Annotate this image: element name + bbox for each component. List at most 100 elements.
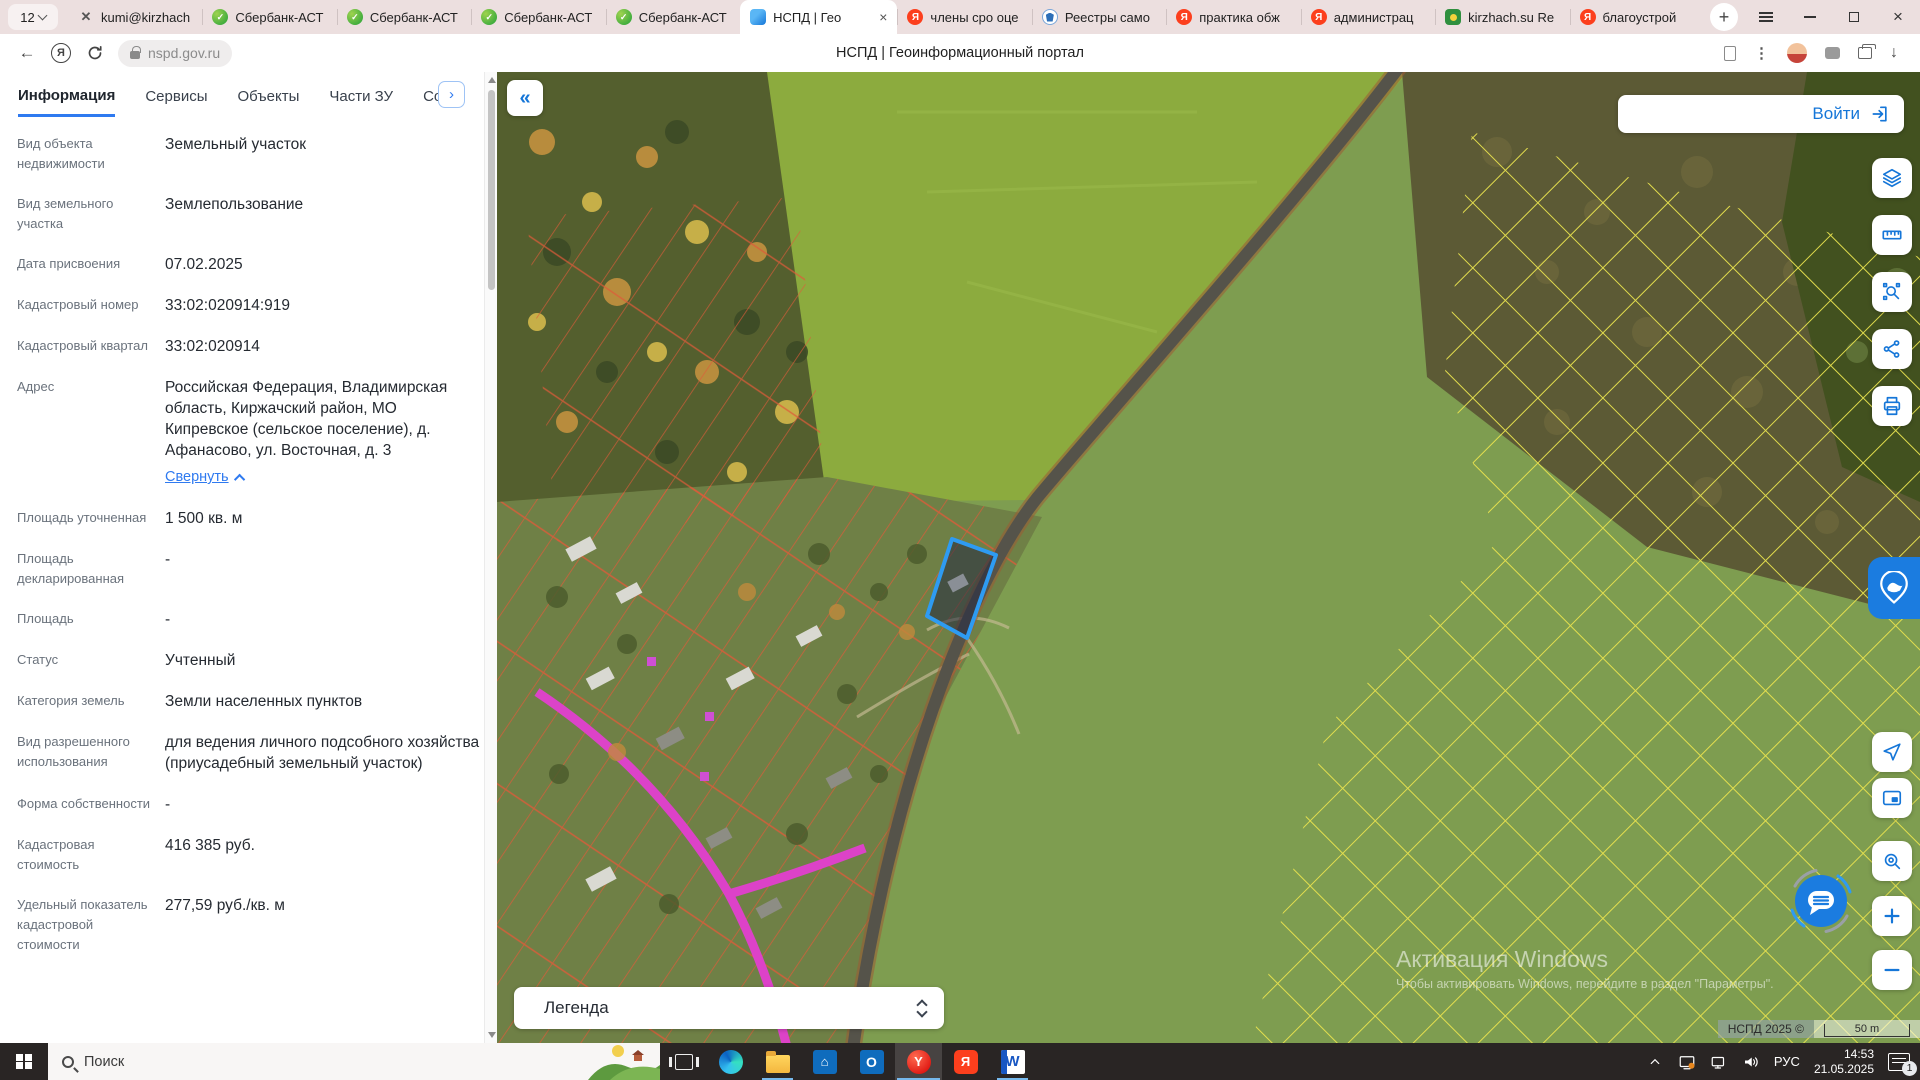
notification-center-button[interactable]: 1 [1888,1053,1910,1071]
collapse-address-link[interactable]: Свернуть [165,467,245,488]
edge-icon [719,1050,743,1074]
tab-objects[interactable]: Объекты [238,75,300,115]
page-title: НСПД | Геоинформационный портал [0,45,1920,61]
object-search-button[interactable] [1872,272,1912,312]
minimap-button[interactable] [1872,778,1912,818]
tab-services[interactable]: Сервисы [145,75,207,115]
nspd-logo-tab[interactable] [1868,557,1920,619]
minimize-button[interactable] [1788,0,1832,34]
measure-button[interactable] [1872,215,1912,255]
browser-tab[interactable]: практика обж [1166,0,1300,34]
collapse-panel-button[interactable]: « [507,80,543,116]
browser-tab[interactable]: НСПД | Гео× [740,0,897,34]
refresh-button[interactable] [78,45,112,61]
browser-tab[interactable]: Реестры само [1032,0,1166,34]
explorer-taskbar-button[interactable] [754,1043,801,1080]
tab-groups-icon[interactable] [1858,47,1872,59]
downloads-icon[interactable]: ↓ [1890,44,1898,62]
coordinate-search-button[interactable] [1872,841,1912,881]
close-window-button[interactable]: × [1876,0,1920,34]
notification-badge: 1 [1902,1061,1917,1076]
map-canvas[interactable] [497,72,1920,1043]
field-label: Дата присвоения [17,254,165,275]
tab-label: Сбербанк-АСТ [504,10,595,25]
locate-arrow-icon [1881,741,1903,763]
browser-tab[interactable]: члены сро оце [897,0,1031,34]
edge-taskbar-button[interactable] [707,1043,754,1080]
chevron-down-icon [37,11,47,21]
login-bar[interactable]: Войти [1618,95,1904,133]
task-view-button[interactable] [660,1043,707,1080]
yandex-taskbar-button[interactable] [942,1043,989,1080]
profile-avatar[interactable] [1787,43,1807,63]
scroll-up-icon[interactable] [488,77,496,83]
back-button[interactable]: ← [10,43,44,63]
field-value: Земли населенных пунктов [165,691,481,712]
field-row: СтатусУчтенный [17,650,481,671]
legend-expand-icon[interactable] [918,1001,926,1016]
field-label: Адрес [17,377,165,488]
tab-label: Сбербанк-АСТ [235,10,326,25]
restore-icon [1849,12,1859,22]
scrollbar-thumb[interactable] [488,90,495,290]
map-area: « Войти [497,72,1920,1043]
yandex-tab-icon [1176,9,1192,25]
volume-icon[interactable] [1742,1053,1760,1071]
field-value: 277,59 руб./кв. м [165,895,481,955]
yandex-home-button[interactable]: Я [44,43,78,63]
browser-tab[interactable]: kumi@kirzhach [68,0,202,34]
field-value: для ведения личного подсобного хозяйства… [165,732,481,774]
tab-counter[interactable]: 12 [8,4,58,30]
address-bar[interactable]: nspd.gov.ru [118,40,232,67]
layers-button[interactable] [1872,158,1912,198]
network-display-icon[interactable] [1710,1053,1728,1071]
yandex-browser-taskbar-button[interactable] [895,1043,942,1080]
search-highlight-image[interactable] [588,1043,660,1080]
outlook-taskbar-button[interactable] [848,1043,895,1080]
tab-information[interactable]: Информация [18,74,115,117]
clock[interactable]: 14:53 21.05.2025 [1814,1047,1874,1077]
browser-tab[interactable]: Сбербанк-АСТ [606,0,740,34]
layers-icon [1881,167,1903,189]
chat-widget-button[interactable] [1786,866,1856,936]
word-taskbar-button[interactable] [989,1043,1036,1080]
panel-scrollbar[interactable] [484,72,497,1043]
restore-button[interactable] [1832,0,1876,34]
tabs-scroll-right-button[interactable]: › [438,81,465,108]
start-button[interactable] [0,1043,48,1080]
browser-tab[interactable]: благоустрой [1570,0,1704,34]
new-tab-button[interactable]: + [1710,3,1738,31]
tab-close-icon[interactable]: × [879,10,887,24]
browser-tab[interactable]: Сбербанк-АСТ [337,0,471,34]
share-button[interactable] [1872,329,1912,369]
share-icon [1881,338,1903,360]
print-button[interactable] [1872,386,1912,426]
kebab-menu-icon[interactable]: ⋮ [1754,44,1769,62]
scroll-down-icon[interactable] [488,1032,496,1038]
tray-chevron-up-icon[interactable] [1646,1053,1664,1071]
browser-tab[interactable]: Сбербанк-АСТ [202,0,336,34]
zoom-out-button[interactable] [1872,950,1912,990]
legend-bar[interactable]: Легенда [514,987,944,1029]
minimize-icon [1804,16,1816,18]
sber-tab-icon [347,9,363,25]
screen-cast-icon[interactable] [1678,1053,1696,1071]
taskbar-search[interactable]: Поиск [48,1043,660,1080]
store-taskbar-button[interactable] [801,1043,848,1080]
tray-time: 14:53 [1814,1047,1874,1062]
extension-icon[interactable] [1825,47,1840,59]
bookmark-icon[interactable] [1724,46,1736,61]
browser-tab[interactable]: kirzhach.su Re [1435,0,1569,34]
yandex-tab-icon [1311,9,1327,25]
locate-button[interactable] [1872,732,1912,772]
zoom-in-button[interactable] [1872,896,1912,936]
field-value: - [165,794,481,815]
tab-parcel-parts[interactable]: Части ЗУ [329,75,393,115]
language-indicator[interactable]: РУС [1774,1054,1800,1069]
browser-tab[interactable]: администрац [1301,0,1435,34]
browser-tab[interactable]: Сбербанк-АСТ [471,0,605,34]
tab-label: Реестры само [1065,10,1156,25]
field-row: Площадь декларированная- [17,549,481,589]
browser-menu-button[interactable] [1744,0,1788,34]
system-tray: РУС 14:53 21.05.2025 1 [1646,1043,1920,1080]
